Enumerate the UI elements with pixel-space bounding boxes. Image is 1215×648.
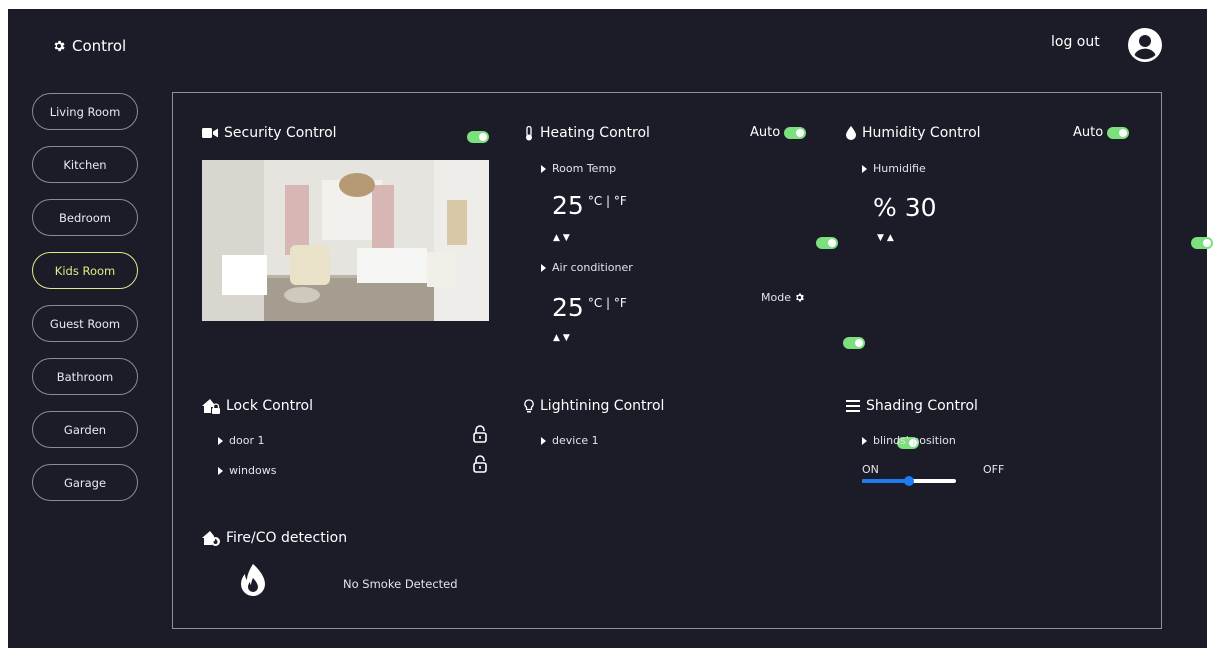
- lighting-item-device: device 1: [541, 434, 599, 447]
- fire-title: Fire/CO detection: [202, 530, 347, 546]
- ac-toggle[interactable]: [843, 337, 866, 349]
- main-panel: Security Control Heating Control Auto Ro…: [172, 92, 1214, 629]
- brand-title: Control: [72, 37, 127, 55]
- smoke-status: No Smoke Detected: [343, 577, 458, 591]
- heating-title: Heating Control: [524, 125, 650, 141]
- room-temp-toggle[interactable]: [816, 237, 839, 249]
- security-title: Security Control: [202, 125, 337, 141]
- gear-icon: [796, 293, 804, 302]
- house-lock-icon: [202, 398, 220, 414]
- caret-right-icon: [541, 164, 546, 173]
- nav-kids-room[interactable]: Kids Room: [32, 252, 138, 289]
- menu-bars-icon: [846, 400, 860, 412]
- brand: Control: [52, 37, 126, 55]
- app-frame: Control log out Living Room Kitchen Bedr…: [8, 9, 1214, 648]
- nav-garage[interactable]: Garage: [32, 464, 138, 501]
- humidity-title: Humidity Control: [846, 125, 981, 141]
- caret-right-icon: [218, 466, 223, 475]
- house-fire-icon: [202, 530, 220, 546]
- security-toggle[interactable]: [467, 131, 489, 143]
- heating-auto-toggle[interactable]: [784, 126, 807, 139]
- blinds-slider-track[interactable]: [862, 476, 956, 486]
- humidity-auto-toggle[interactable]: [1107, 126, 1130, 139]
- fire-icon: [241, 564, 265, 596]
- blinds-label: blinds' position: [862, 434, 956, 447]
- caret-right-icon: [862, 164, 867, 173]
- humidity-stepper[interactable]: ▼▲: [877, 233, 897, 243]
- blinds-slider-fill: [862, 479, 909, 483]
- gear-icon: [54, 40, 65, 52]
- caret-right-icon: [862, 436, 867, 445]
- air-conditioner-label: Air conditioner: [541, 261, 633, 274]
- lock-title: Lock Control: [202, 398, 313, 414]
- blinds-on-label: ON: [862, 463, 879, 476]
- ac-temp-value: 25: [552, 293, 584, 322]
- room-temp-readout: 25 °C | °F: [552, 191, 627, 220]
- lock-item-door: door 1: [218, 434, 264, 447]
- nav-bathroom[interactable]: Bathroom: [32, 358, 138, 395]
- blinds-slider-thumb[interactable]: [904, 476, 914, 486]
- nav-garden[interactable]: Garden: [32, 411, 138, 448]
- user-avatar-icon[interactable]: [1128, 28, 1162, 62]
- caret-right-icon: [541, 436, 546, 445]
- room-temp-label: Room Temp: [541, 162, 616, 175]
- thermometer-icon: [526, 125, 532, 140]
- ac-readout: 25 °C | °F: [552, 293, 627, 322]
- unlock-icon[interactable]: [473, 455, 487, 473]
- room-temp-stepper[interactable]: ▲▼: [553, 233, 573, 243]
- shading-title: Shading Control: [846, 398, 978, 414]
- caret-right-icon: [541, 263, 546, 272]
- humidifier-label: Humidifie: [862, 162, 926, 175]
- ac-temp-unit[interactable]: °C | °F: [588, 296, 627, 310]
- lighting-title: Lightining Control: [524, 398, 664, 414]
- caret-right-icon: [218, 436, 223, 445]
- humidifier-toggle[interactable]: [1191, 237, 1214, 249]
- ac-mode[interactable]: Mode: [761, 291, 805, 304]
- room-temp-unit[interactable]: °C | °F: [588, 194, 627, 208]
- unlock-icon[interactable]: [473, 425, 487, 443]
- room-temp-value: 25: [552, 191, 584, 220]
- humidity-auto: Auto: [1073, 125, 1130, 140]
- nav-guest-room[interactable]: Guest Room: [32, 305, 138, 342]
- nav-kitchen[interactable]: Kitchen: [32, 146, 138, 183]
- water-drop-icon: [846, 126, 856, 140]
- nav-living-room[interactable]: Living Room: [32, 93, 138, 130]
- video-camera-icon: [202, 128, 218, 138]
- lightbulb-icon: [524, 398, 534, 412]
- lock-item-windows: windows: [218, 464, 276, 477]
- heating-auto: Auto: [750, 125, 807, 140]
- humidity-value: % 30: [873, 193, 937, 222]
- camera-feed-image: [202, 160, 489, 321]
- ac-temp-stepper[interactable]: ▲▼: [553, 333, 573, 343]
- nav-bedroom[interactable]: Bedroom: [32, 199, 138, 236]
- logout-link[interactable]: log out: [1051, 34, 1100, 50]
- blinds-off-label: OFF: [983, 463, 1005, 476]
